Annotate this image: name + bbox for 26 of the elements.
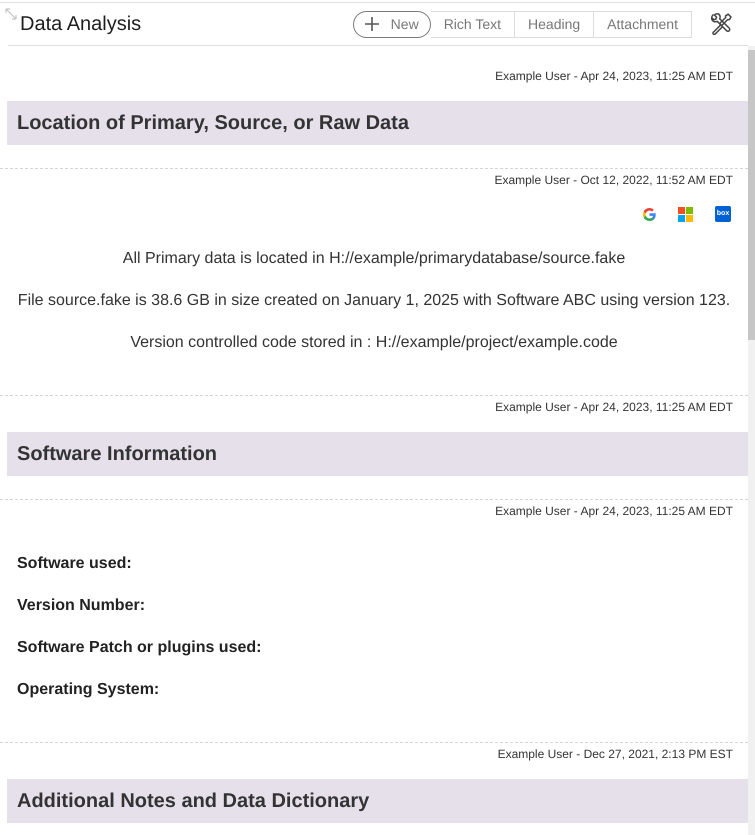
author-timestamp: Example User - Apr 24, 2023, 11:25 AM EDT [494,399,734,416]
author-timestamp: Example User - Oct 12, 2022, 11:52 AM EDT [493,172,734,189]
field-label: Operating System: [16,680,160,700]
author-timestamp: Example User - Dec 27, 2021, 2:13 PM EST [496,746,734,763]
four-squares-icon[interactable] [678,206,693,222]
new-button[interactable]: New [352,10,431,38]
author-timestamp: Example User - Apr 24, 2023, 11:25 AM EDT [494,68,734,85]
toolbar-button[interactable]: Attachment [594,10,692,38]
field-label: Software Patch or plugins used: [16,638,262,658]
plus-icon [364,16,380,32]
section-heading: Additional Notes and Data Dictionary [7,779,748,823]
field-label: Software used: [16,554,133,574]
panel-title: Data Analysis [20,12,142,36]
author-timestamp: Example User - Apr 24, 2023, 11:25 AM EDT [494,503,734,520]
scrollbar-thumb[interactable] [748,50,755,340]
paragraph: Version controlled code stored in : H://example/project/example.code [129,333,619,353]
scrollbar-track[interactable] [748,46,755,835]
field-label: Version Number: [16,596,146,616]
toolbar-button[interactable]: Heading [515,10,594,38]
section-heading: Software Information [7,432,748,476]
section-heading: Location of Primary, Source, or Raw Data [7,101,748,145]
toolbar-button[interactable]: Rich Text [430,10,516,38]
colored-g-icon[interactable] [643,208,656,220]
paragraph: All Primary data is located in H://example/primarydatabase/source.fake [122,249,626,269]
paragraph: File source.fake is 38.6 GB in size created on January 1, 2025 with Software ABC using version 123. [16,291,732,311]
wrench-screwdriver-icon[interactable] [710,13,732,35]
